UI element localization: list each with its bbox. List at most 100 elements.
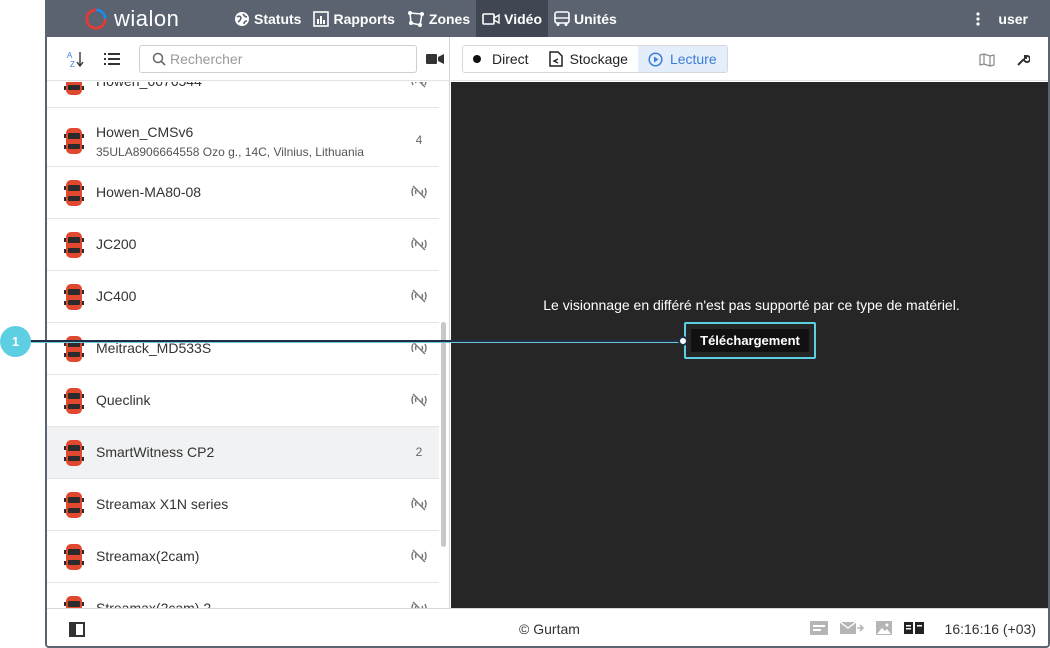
unit-text: Streamax(2cam) 2 xyxy=(96,600,211,608)
list-view-icon[interactable] xyxy=(101,48,123,70)
wrench-icon[interactable] xyxy=(1014,51,1032,69)
wialon-logo-icon xyxy=(85,7,107,30)
sms-icon[interactable] xyxy=(810,621,828,635)
video-viewer: Le visionnage en différé n'est pas suppo… xyxy=(451,82,1048,608)
unit-text: JC200 xyxy=(96,236,136,252)
unit-row[interactable]: Howen_6676544 xyxy=(47,82,439,108)
unit-text: SmartWitness CP2 xyxy=(96,444,214,460)
unit-row[interactable]: JC200 xyxy=(47,219,439,271)
unit-name: Queclink xyxy=(96,392,151,408)
unit-name: Streamax(2cam) xyxy=(96,548,200,564)
main-nav: Statuts Rapports Zones Vidéo Unités xyxy=(228,0,623,37)
unit-text: JC400 xyxy=(96,288,136,304)
mail-forward-icon[interactable] xyxy=(840,621,864,635)
top-navigation-bar: wialon Statuts Rapports Zones Vidéo Unit… xyxy=(47,0,1048,37)
unit-text: Queclink xyxy=(96,392,150,408)
no-signal-icon xyxy=(409,393,429,410)
unit-name: SmartWitness CP2 xyxy=(96,444,215,460)
no-signal-icon xyxy=(409,82,429,91)
bus-icon xyxy=(554,10,570,26)
video-toolbar-icons xyxy=(960,51,1032,69)
nav-item-zones[interactable]: Zones xyxy=(401,0,476,37)
video-filter-icon[interactable] xyxy=(425,49,445,69)
globe-icon xyxy=(235,11,249,26)
user-menu[interactable]: user xyxy=(998,11,1028,27)
footer-icons xyxy=(810,621,936,635)
unit-row[interactable]: Howen-MA80-08 xyxy=(47,167,439,219)
unit-row[interactable]: Howen_CMSv6 35ULA8906664558 Ozo g., 14C, … xyxy=(47,115,439,167)
car-icon xyxy=(64,489,84,521)
svg-text:Z: Z xyxy=(70,60,75,68)
no-signal-icon xyxy=(409,341,429,358)
search-icon xyxy=(152,52,166,66)
video-toolbar: Direct Stockage Lecture xyxy=(451,37,1048,81)
unit-name: JC400 xyxy=(96,288,137,304)
no-signal-icon xyxy=(409,237,429,254)
no-signal-icon xyxy=(409,549,429,566)
tab-lecture[interactable]: Lecture xyxy=(637,46,727,72)
unsupported-message: Le visionnage en différé n'est pas suppo… xyxy=(543,297,960,313)
search-input[interactable] xyxy=(170,50,410,67)
unit-text: Howen_6676544 xyxy=(96,82,202,89)
chart-icon xyxy=(313,10,330,27)
download-highlight: Téléchargement xyxy=(684,322,816,359)
panel-toggle-icon[interactable] xyxy=(69,622,85,637)
car-icon xyxy=(64,385,84,417)
unit-list: Howen_6676544 Howen_CMSv6 35ULA8906664558 … xyxy=(47,82,439,608)
map-icon[interactable] xyxy=(978,51,996,69)
nav-label: Unités xyxy=(574,10,617,27)
logo-text: wialon xyxy=(114,5,180,31)
unit-row[interactable]: SmartWitness CP2 2 xyxy=(47,427,439,479)
no-signal-icon xyxy=(409,289,429,306)
topbar-right: user xyxy=(968,0,1048,37)
scrollbar[interactable] xyxy=(441,322,446,547)
video-count: 4 xyxy=(415,133,423,147)
wialon-app: wialon Statuts Rapports Zones Vidéo Unit… xyxy=(45,0,1050,648)
nav-item-rapports[interactable]: Rapports xyxy=(307,0,400,37)
geofence-icon xyxy=(407,10,424,27)
download-button[interactable]: Téléchargement xyxy=(691,329,809,352)
car-icon xyxy=(64,82,84,98)
sort-az-icon[interactable]: AZ xyxy=(65,48,87,70)
nav-label: Vidéo xyxy=(504,10,543,27)
unit-row[interactable]: Meitrack_MD533S xyxy=(47,323,439,375)
no-signal-icon xyxy=(409,601,429,608)
svg-text:A: A xyxy=(67,51,73,60)
live-dot-icon xyxy=(473,55,481,63)
search-box xyxy=(139,44,417,73)
nav-item-unites[interactable]: Unités xyxy=(548,0,623,37)
unit-row[interactable]: Streamax(2cam) 2 xyxy=(47,583,439,608)
video-icon xyxy=(482,12,500,25)
car-icon xyxy=(64,177,84,209)
unit-row[interactable]: Streamax X1N series xyxy=(47,479,439,531)
unit-row[interactable]: Streamax(2cam) xyxy=(47,531,439,583)
image-icon[interactable] xyxy=(876,621,892,635)
wialon-logo[interactable]: wialon xyxy=(85,0,225,37)
unit-name: Streamax X1N series xyxy=(96,496,229,512)
unit-row[interactable]: JC400 xyxy=(47,271,439,323)
unit-text: Streamax X1N series xyxy=(96,496,228,512)
tab-direct[interactable]: Direct xyxy=(463,46,539,72)
units-toolbar: AZ xyxy=(47,37,449,81)
callout-anchor-dot xyxy=(678,336,688,346)
unit-address: 35ULA8906664558 Ozo g., 14C, Vilnius, Li… xyxy=(96,145,364,159)
unit-row[interactable]: Queclink xyxy=(47,375,439,427)
tab-label: Lecture xyxy=(669,51,717,67)
footer: © Gurtam 16:16:16 (+03) xyxy=(47,608,1048,646)
more-menu-icon[interactable] xyxy=(968,11,988,26)
nav-item-video[interactable]: Vidéo xyxy=(476,0,549,37)
unit-name: Howen-MA80-08 xyxy=(96,184,202,200)
clock: 16:16:16 (+03) xyxy=(944,621,1036,637)
no-signal-icon xyxy=(409,185,429,202)
tab-label: Direct xyxy=(492,51,529,67)
car-icon xyxy=(64,437,84,469)
car-icon xyxy=(64,541,84,573)
playback-icon xyxy=(648,51,663,67)
nav-item-statuts[interactable]: Statuts xyxy=(228,0,307,37)
book-icon[interactable] xyxy=(904,622,924,634)
callout-badge: 1 xyxy=(0,326,31,357)
no-signal-icon xyxy=(409,497,429,514)
tab-stockage[interactable]: Stockage xyxy=(539,46,638,72)
unit-text: Streamax(2cam) xyxy=(96,548,199,564)
unit-text: Howen_CMSv6 35ULA8906664558 Ozo g., 14C, … xyxy=(96,124,364,159)
